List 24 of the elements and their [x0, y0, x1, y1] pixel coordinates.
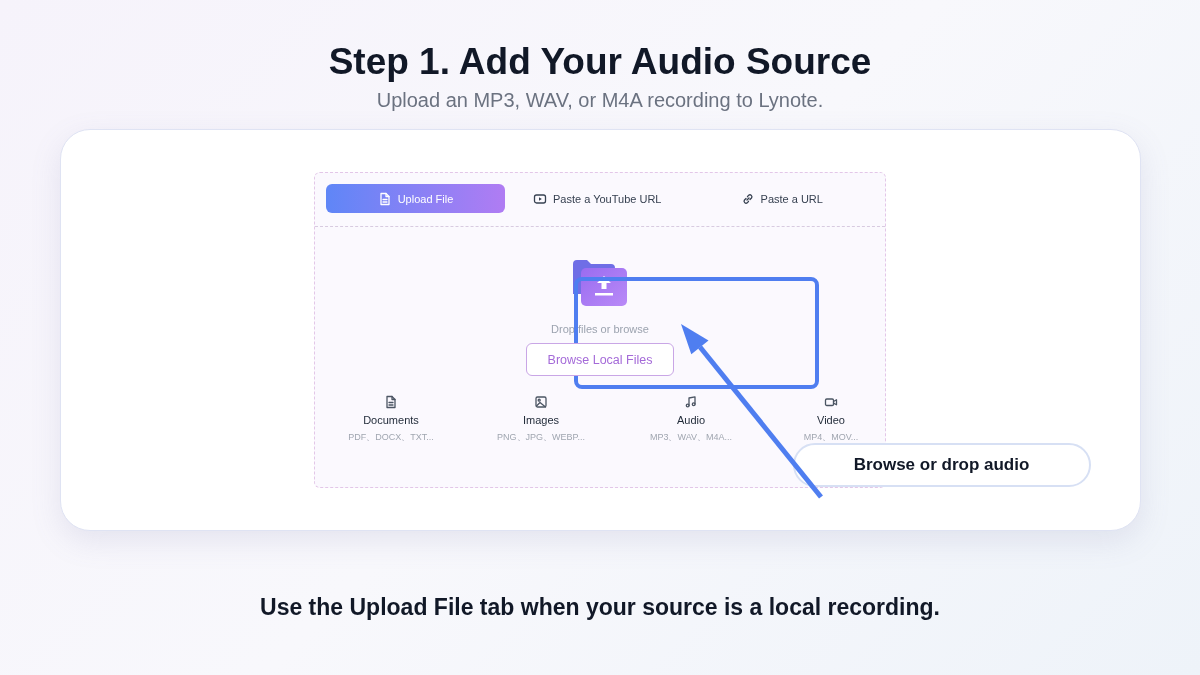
tab[interactable]: Paste a URL [689, 184, 874, 213]
tab[interactable]: Paste a YouTube URL [505, 184, 690, 213]
folder-upload-icon [573, 258, 629, 308]
category-label: Video [817, 413, 845, 427]
music-note-icon [684, 395, 698, 409]
format-list: MP3、WAV、M4A... [650, 431, 732, 443]
format-list: PDF、DOCX、TXT... [348, 431, 434, 443]
callout-label: Browse or drop audio [792, 443, 1091, 487]
play-icon [533, 191, 547, 206]
category-label: Images [522, 413, 560, 427]
image-icon [534, 395, 548, 409]
category-label: Audio [676, 413, 706, 427]
browse-button[interactable]: Browse Local Files [526, 343, 674, 376]
document-icon [377, 191, 392, 206]
format-list: PNG、JPG、WEBP... [497, 431, 585, 443]
page-caption: Use the Upload File tab when your source is a local recording. [260, 593, 940, 621]
page-title: Step 1. Add Your Audio Source [328, 40, 872, 84]
category-label: Documents [363, 413, 419, 427]
link-icon [740, 191, 755, 206]
drop-hint: Drop files or browse [551, 322, 649, 336]
document-icon [384, 395, 398, 409]
page-subtitle: Upload an MP3, WAV, or M4A recording to Lynote. [376, 88, 824, 112]
format-list: MP4、MOV... [803, 431, 859, 443]
video-camera-icon [824, 395, 838, 409]
